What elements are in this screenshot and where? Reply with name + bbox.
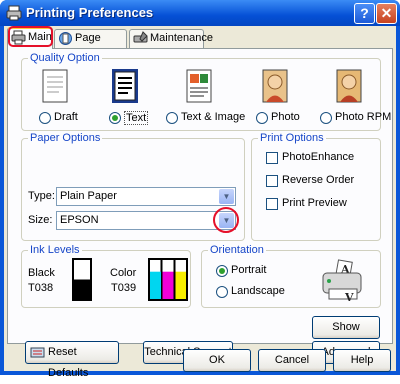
photo-rpm-quality-icon xyxy=(336,69,362,103)
close-icon: ✕ xyxy=(380,5,393,21)
color-ink-cartridge xyxy=(148,258,188,301)
landscape-label: Landscape xyxy=(231,285,285,297)
photo-rpm-label: Photo RPM xyxy=(335,111,392,123)
text-label: Text xyxy=(124,111,149,125)
tab-maintenance-label: Maintenance xyxy=(150,32,213,44)
help-title-button[interactable]: ? xyxy=(354,3,375,24)
main-tab-panel: Quality Option Draft Text Text & Image P… xyxy=(7,48,393,379)
black-ink-level xyxy=(74,279,90,299)
portrait-radio[interactable] xyxy=(216,265,228,277)
highlight-ring-size-dropdown xyxy=(213,207,239,233)
color-ink-label: Color xyxy=(110,267,137,279)
text-radio[interactable] xyxy=(109,112,121,124)
paper-size-value: EPSON xyxy=(60,214,99,226)
print-preview-checkbox[interactable] xyxy=(266,198,278,210)
paper-size-select[interactable]: EPSON ▼ xyxy=(56,211,236,230)
dialog-body: Main Page Layout Maintenance Quality Opt… xyxy=(4,26,396,379)
chevron-down-icon: ▼ xyxy=(219,189,234,204)
highlight-ring-main-tab xyxy=(8,26,53,47)
tab-maintenance[interactable]: Maintenance xyxy=(129,29,213,48)
ink-levels-group: Ink Levels Black T038 Color T039 xyxy=(21,244,191,308)
yellow-ink-level xyxy=(175,271,186,299)
draft-quality-icon xyxy=(42,69,68,103)
quality-option-group: Quality Option Draft Text Text & Image P… xyxy=(21,52,391,131)
ok-label: OK xyxy=(209,354,225,366)
cancel-label: Cancel xyxy=(274,354,310,366)
orientation-group: Orientation Portrait Landscape A V xyxy=(201,244,381,308)
text-quality-icon xyxy=(112,69,138,103)
black-ink-label: Black xyxy=(28,267,55,279)
magenta-ink-level xyxy=(162,271,174,299)
reset-defaults-button[interactable]: Reset Defaults xyxy=(25,341,119,379)
orientation-title: Orientation xyxy=(208,244,266,256)
paper-options-title: Paper Options xyxy=(28,132,103,144)
page-layout-icon xyxy=(59,32,72,45)
text-image-radio[interactable] xyxy=(166,112,178,124)
color-ink-code: T039 xyxy=(111,282,137,294)
paper-type-select[interactable]: Plain Paper ▼ xyxy=(56,187,236,206)
cancel-button[interactable]: Cancel xyxy=(258,349,326,372)
orientation-printer-icon: A V xyxy=(322,259,362,303)
text-image-label: Text & Image xyxy=(181,111,246,123)
reset-defaults-icon xyxy=(30,347,45,358)
print-options-title: Print Options xyxy=(258,132,326,144)
close-button[interactable]: ✕ xyxy=(376,3,397,24)
help-label: Help xyxy=(350,354,374,366)
photo-radio[interactable] xyxy=(256,112,268,124)
maintenance-icon xyxy=(133,31,148,43)
cyan-ink-level xyxy=(150,271,161,299)
print-options-group: Print Options PhotoEnhance Reverse Order… xyxy=(251,132,381,241)
landscape-radio[interactable] xyxy=(216,286,228,298)
show-settings-button[interactable]: Show Settings xyxy=(312,316,380,354)
black-ink-cartridge xyxy=(72,258,92,301)
paper-options-group: Paper Options Type: Plain Paper ▼ Size: … xyxy=(21,132,245,241)
tab-page-layout[interactable]: Page Layout xyxy=(54,29,127,61)
help-button[interactable]: Help xyxy=(333,349,391,372)
photo-rpm-radio[interactable] xyxy=(320,112,332,124)
reset-defaults-label: Reset Defaults xyxy=(48,346,89,379)
ink-levels-title: Ink Levels xyxy=(28,244,82,256)
type-label: Type: xyxy=(28,190,55,202)
svg-text:V: V xyxy=(344,291,354,303)
photo-quality-icon xyxy=(262,69,288,103)
photoenhance-label: PhotoEnhance xyxy=(282,151,355,163)
photo-label: Photo xyxy=(271,111,300,123)
window-title: Printing Preferences xyxy=(26,5,154,20)
photoenhance-checkbox[interactable] xyxy=(266,152,278,164)
black-ink-code: T038 xyxy=(28,282,54,294)
portrait-label: Portrait xyxy=(231,264,267,276)
printer-app-icon xyxy=(6,5,22,21)
reverse-order-label: Reverse Order xyxy=(282,174,355,186)
paper-type-value: Plain Paper xyxy=(60,190,117,202)
draft-radio[interactable] xyxy=(39,112,51,124)
printing-preferences-window: Printing Preferences ? ✕ Main Page Layou… xyxy=(0,0,400,379)
reverse-order-checkbox[interactable] xyxy=(266,175,278,187)
print-preview-label: Print Preview xyxy=(282,197,347,209)
draft-label: Draft xyxy=(54,111,78,123)
title-bar[interactable]: Printing Preferences ? ✕ xyxy=(0,0,400,26)
ok-button[interactable]: OK xyxy=(183,349,251,372)
size-label: Size: xyxy=(28,214,53,226)
text-image-quality-icon xyxy=(186,69,212,103)
quality-option-title: Quality Option xyxy=(28,52,102,64)
